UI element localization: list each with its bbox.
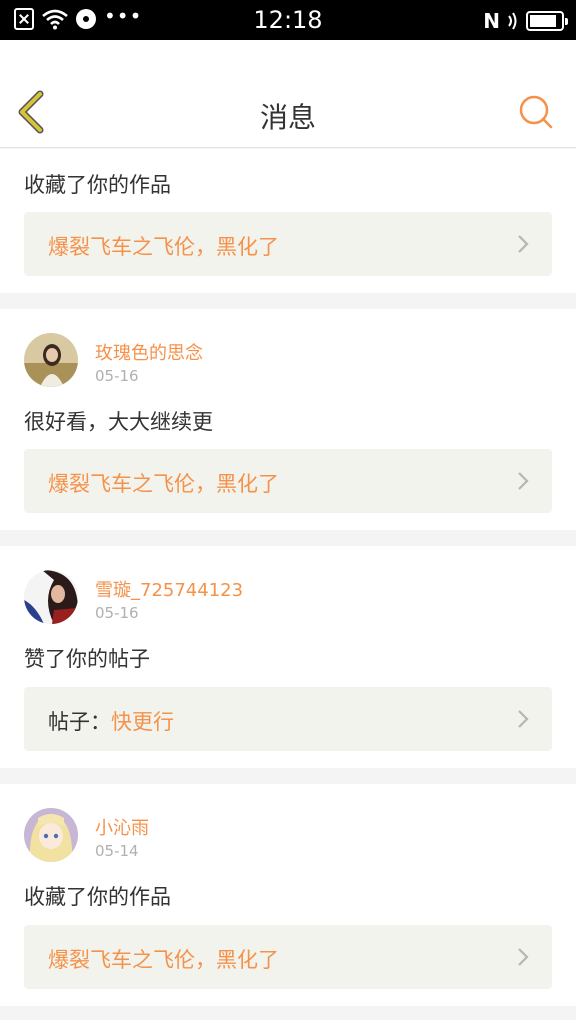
message-date: 05-16 <box>95 604 139 622</box>
user-avatar[interactable] <box>24 333 78 387</box>
username[interactable]: 小沁雨 <box>95 814 149 840</box>
message-date: 05-14 <box>95 842 139 860</box>
signal-icon <box>508 12 517 30</box>
quoted-post-link[interactable]: 帖子：快更行 <box>24 687 552 751</box>
chevron-right-icon <box>518 472 529 490</box>
chevron-right-icon <box>518 948 529 966</box>
message-text: 收藏了你的作品 <box>24 885 171 909</box>
quoted-work-title: 爆裂飞车之飞伦，黑化了 <box>48 948 279 972</box>
quote-prefix: 帖子： <box>48 710 111 734</box>
nfc-icon: N <box>483 9 500 33</box>
message-card: 玫瑰色的思念 05-16 很好看，大大继续更 爆裂飞车之飞伦，黑化了 <box>0 309 576 530</box>
page-title: 消息 <box>259 101 316 134</box>
message-card-partial <box>0 1020 576 1024</box>
quoted-post-title: 帖子：快更行 <box>48 706 174 736</box>
search-icon[interactable] <box>518 94 554 130</box>
quoted-work-link[interactable]: 爆裂飞车之飞伦，黑化了 <box>24 449 552 513</box>
quoted-work-title: 爆裂飞车之飞伦，黑化了 <box>48 235 279 259</box>
status-bar: ••• 12:18 N <box>0 0 576 40</box>
chevron-right-icon <box>518 235 529 253</box>
message-card: 雪璇_725744123 05-16 赞了你的帖子 帖子：快更行 <box>0 546 576 768</box>
message-date: 05-16 <box>95 367 139 385</box>
message-text: 很好看，大大继续更 <box>24 410 213 434</box>
message-card: 收藏了你的作品 爆裂飞车之飞伦，黑化了 <box>0 149 576 293</box>
quoted-work-link[interactable]: 爆裂飞车之飞伦，黑化了 <box>24 212 552 276</box>
user-avatar[interactable] <box>24 570 78 624</box>
quoted-work-link[interactable]: 爆裂飞车之飞伦，黑化了 <box>24 925 552 989</box>
status-right-icons: N <box>483 9 568 33</box>
message-text: 收藏了你的作品 <box>24 173 171 197</box>
message-text: 赞了你的帖子 <box>24 647 150 671</box>
username[interactable]: 玫瑰色的思念 <box>95 339 203 365</box>
post-title: 快更行 <box>111 710 174 734</box>
user-avatar[interactable] <box>24 808 78 862</box>
battery-icon <box>526 11 568 31</box>
username[interactable]: 雪璇_725744123 <box>95 576 243 602</box>
quoted-work-title: 爆裂飞车之飞伦，黑化了 <box>48 472 279 496</box>
message-card: 小沁雨 05-14 收藏了你的作品 爆裂飞车之飞伦，黑化了 <box>0 784 576 1006</box>
chevron-right-icon <box>518 710 529 728</box>
app-header: 消息 <box>0 40 576 148</box>
